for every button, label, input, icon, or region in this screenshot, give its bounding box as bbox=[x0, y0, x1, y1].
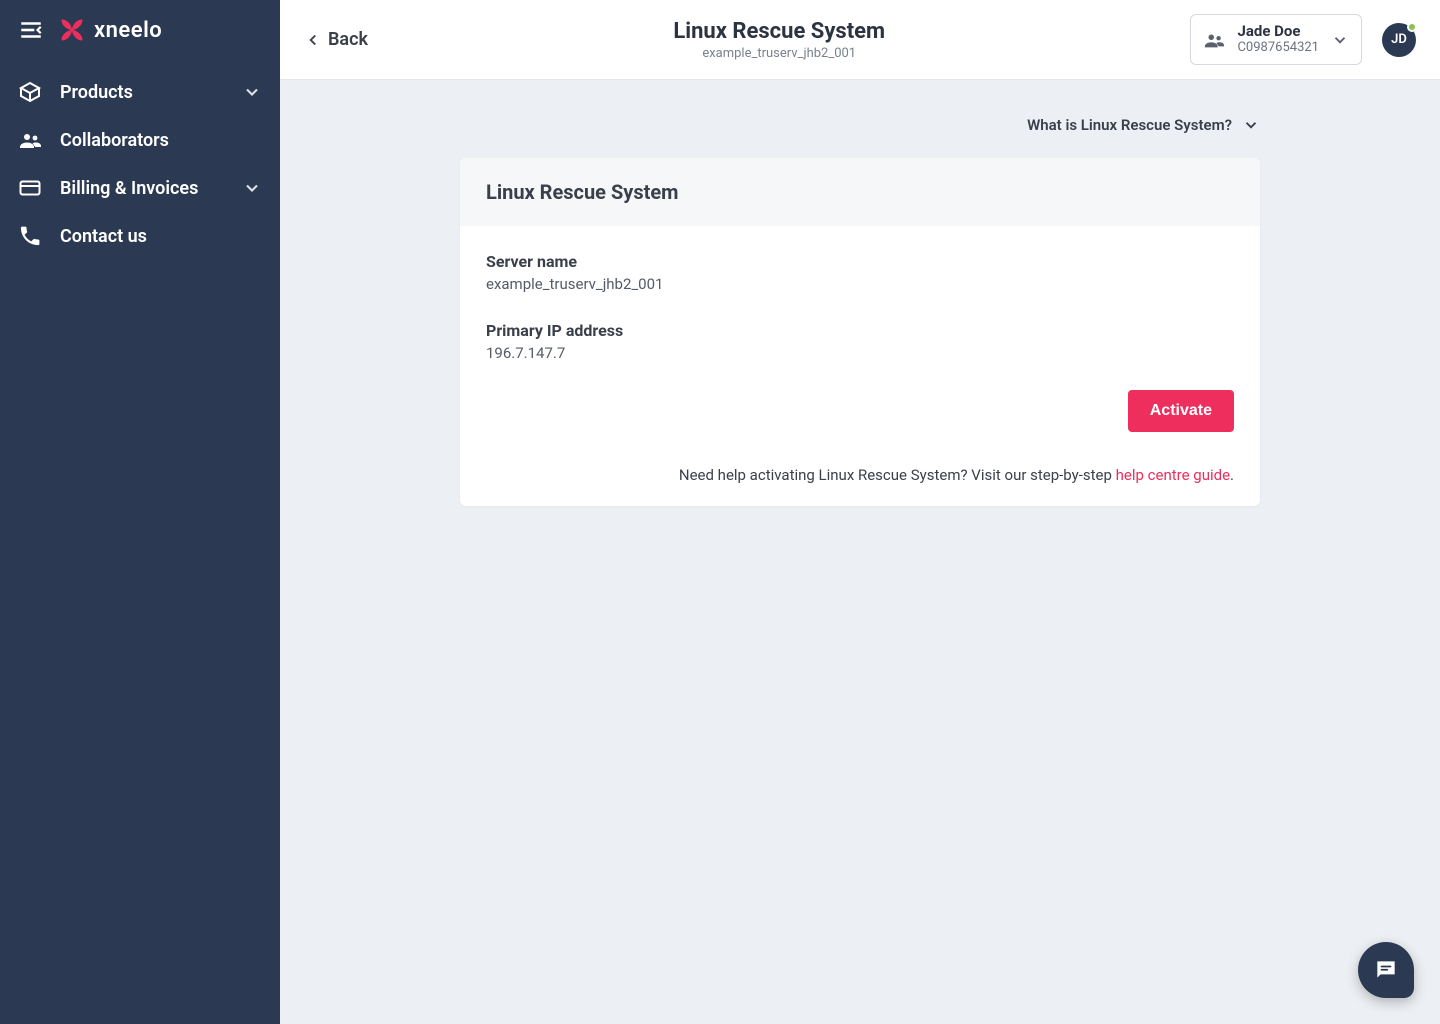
sidebar-nav: Products Collaborators bbox=[0, 64, 280, 260]
phone-icon bbox=[18, 224, 42, 248]
back-label: Back bbox=[328, 29, 368, 50]
chevron-down-icon bbox=[1331, 31, 1349, 49]
chevron-down-icon bbox=[242, 82, 262, 102]
server-name-label: Server name bbox=[486, 252, 1234, 271]
header: Back Linux Rescue System example_truserv… bbox=[280, 0, 1440, 80]
help-text-prefix: Need help activating Linux Rescue System… bbox=[679, 466, 1116, 484]
sidebar-item-label: Products bbox=[60, 82, 224, 103]
brand-logo-icon bbox=[58, 16, 86, 44]
sidebar-item-label: Contact us bbox=[60, 226, 262, 247]
info-panel-label: What is Linux Rescue System? bbox=[1027, 116, 1232, 134]
help-centre-link[interactable]: help centre guide bbox=[1116, 466, 1230, 484]
sidebar: xneelo Products bbox=[0, 0, 280, 1024]
avatar-initials: JD bbox=[1391, 32, 1407, 47]
chevron-down-icon bbox=[1242, 116, 1260, 134]
sidebar-item-collaborators[interactable]: Collaborators bbox=[0, 116, 280, 164]
primary-ip-field: Primary IP address 196.7.147.7 bbox=[486, 321, 1234, 362]
server-name-value: example_truserv_jhb2_001 bbox=[486, 275, 1234, 293]
chevron-left-icon bbox=[304, 31, 322, 49]
page-title: Linux Rescue System bbox=[673, 19, 885, 44]
brand-name: xneelo bbox=[94, 18, 162, 43]
help-text-suffix: . bbox=[1230, 466, 1234, 484]
brand-logo[interactable]: xneelo bbox=[58, 16, 162, 44]
sidebar-item-contact[interactable]: Contact us bbox=[0, 212, 280, 260]
group-icon bbox=[1203, 29, 1225, 51]
sidebar-item-billing[interactable]: Billing & Invoices bbox=[0, 164, 280, 212]
sidebar-item-label: Collaborators bbox=[60, 130, 262, 151]
presence-dot bbox=[1407, 22, 1417, 32]
help-line: Need help activating Linux Rescue System… bbox=[486, 466, 1234, 484]
account-name: Jade Doe bbox=[1237, 23, 1319, 40]
primary-ip-label: Primary IP address bbox=[486, 321, 1234, 340]
activate-button[interactable]: Activate bbox=[1128, 390, 1234, 432]
back-button[interactable]: Back bbox=[304, 29, 368, 50]
account-switcher[interactable]: Jade Doe C0987654321 bbox=[1190, 14, 1362, 64]
primary-ip-value: 196.7.147.7 bbox=[486, 344, 1234, 362]
chat-launcher[interactable] bbox=[1358, 942, 1414, 998]
sidebar-item-label: Billing & Invoices bbox=[60, 178, 224, 199]
box-icon bbox=[18, 80, 42, 104]
chat-icon bbox=[1373, 957, 1399, 983]
account-code: C0987654321 bbox=[1237, 41, 1319, 56]
card-icon bbox=[18, 176, 42, 200]
card-title: Linux Rescue System bbox=[460, 158, 1260, 226]
server-name-field: Server name example_truserv_jhb2_001 bbox=[486, 252, 1234, 293]
sidebar-item-products[interactable]: Products bbox=[0, 68, 280, 116]
chevron-down-icon bbox=[242, 178, 262, 198]
menu-toggle-icon[interactable] bbox=[18, 17, 44, 43]
page-subtitle: example_truserv_jhb2_001 bbox=[702, 46, 856, 61]
info-panel-toggle[interactable]: What is Linux Rescue System? bbox=[460, 110, 1260, 158]
avatar[interactable]: JD bbox=[1382, 23, 1416, 57]
people-icon bbox=[18, 128, 42, 152]
rescue-card: Linux Rescue System Server name example_… bbox=[460, 158, 1260, 506]
